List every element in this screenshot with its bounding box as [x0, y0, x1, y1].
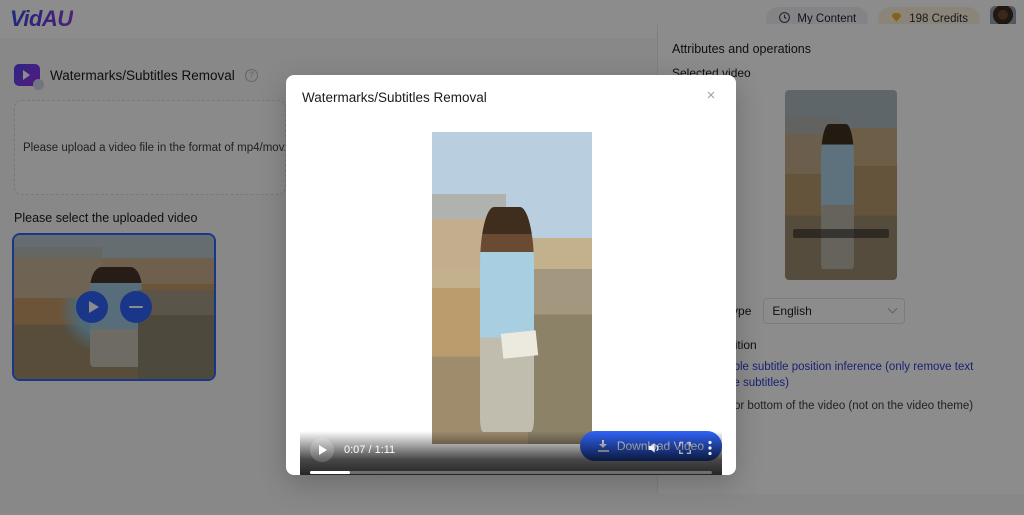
fullscreen-icon[interactable] [678, 441, 692, 460]
video-progress-bar[interactable] [310, 471, 712, 474]
video-controls-bar: 0:07 / 1:11 [300, 431, 722, 475]
video-scene-paper [501, 329, 539, 359]
video-controls-row: 0:07 / 1:11 [310, 437, 712, 463]
play-icon [319, 445, 327, 455]
video-play-button[interactable] [310, 438, 334, 462]
video-progress-fill [310, 471, 351, 474]
video-controls-right [646, 440, 712, 461]
modal-header: Watermarks/Subtitles Removal × [286, 75, 736, 119]
app-root: VidAU My Content 198 Credits Watermarks/… [0, 0, 1024, 515]
more-vertical-icon[interactable] [708, 440, 712, 461]
video-time-display: 0:07 / 1:11 [344, 444, 396, 456]
video-scene-subject [480, 206, 535, 432]
video-preview-modal: Watermarks/Subtitles Removal × 0:07 / 1:… [286, 75, 736, 475]
video-frame [432, 132, 592, 444]
volume-icon[interactable] [646, 440, 662, 461]
modal-title: Watermarks/Subtitles Removal [302, 89, 487, 105]
close-icon[interactable]: × [702, 88, 720, 106]
